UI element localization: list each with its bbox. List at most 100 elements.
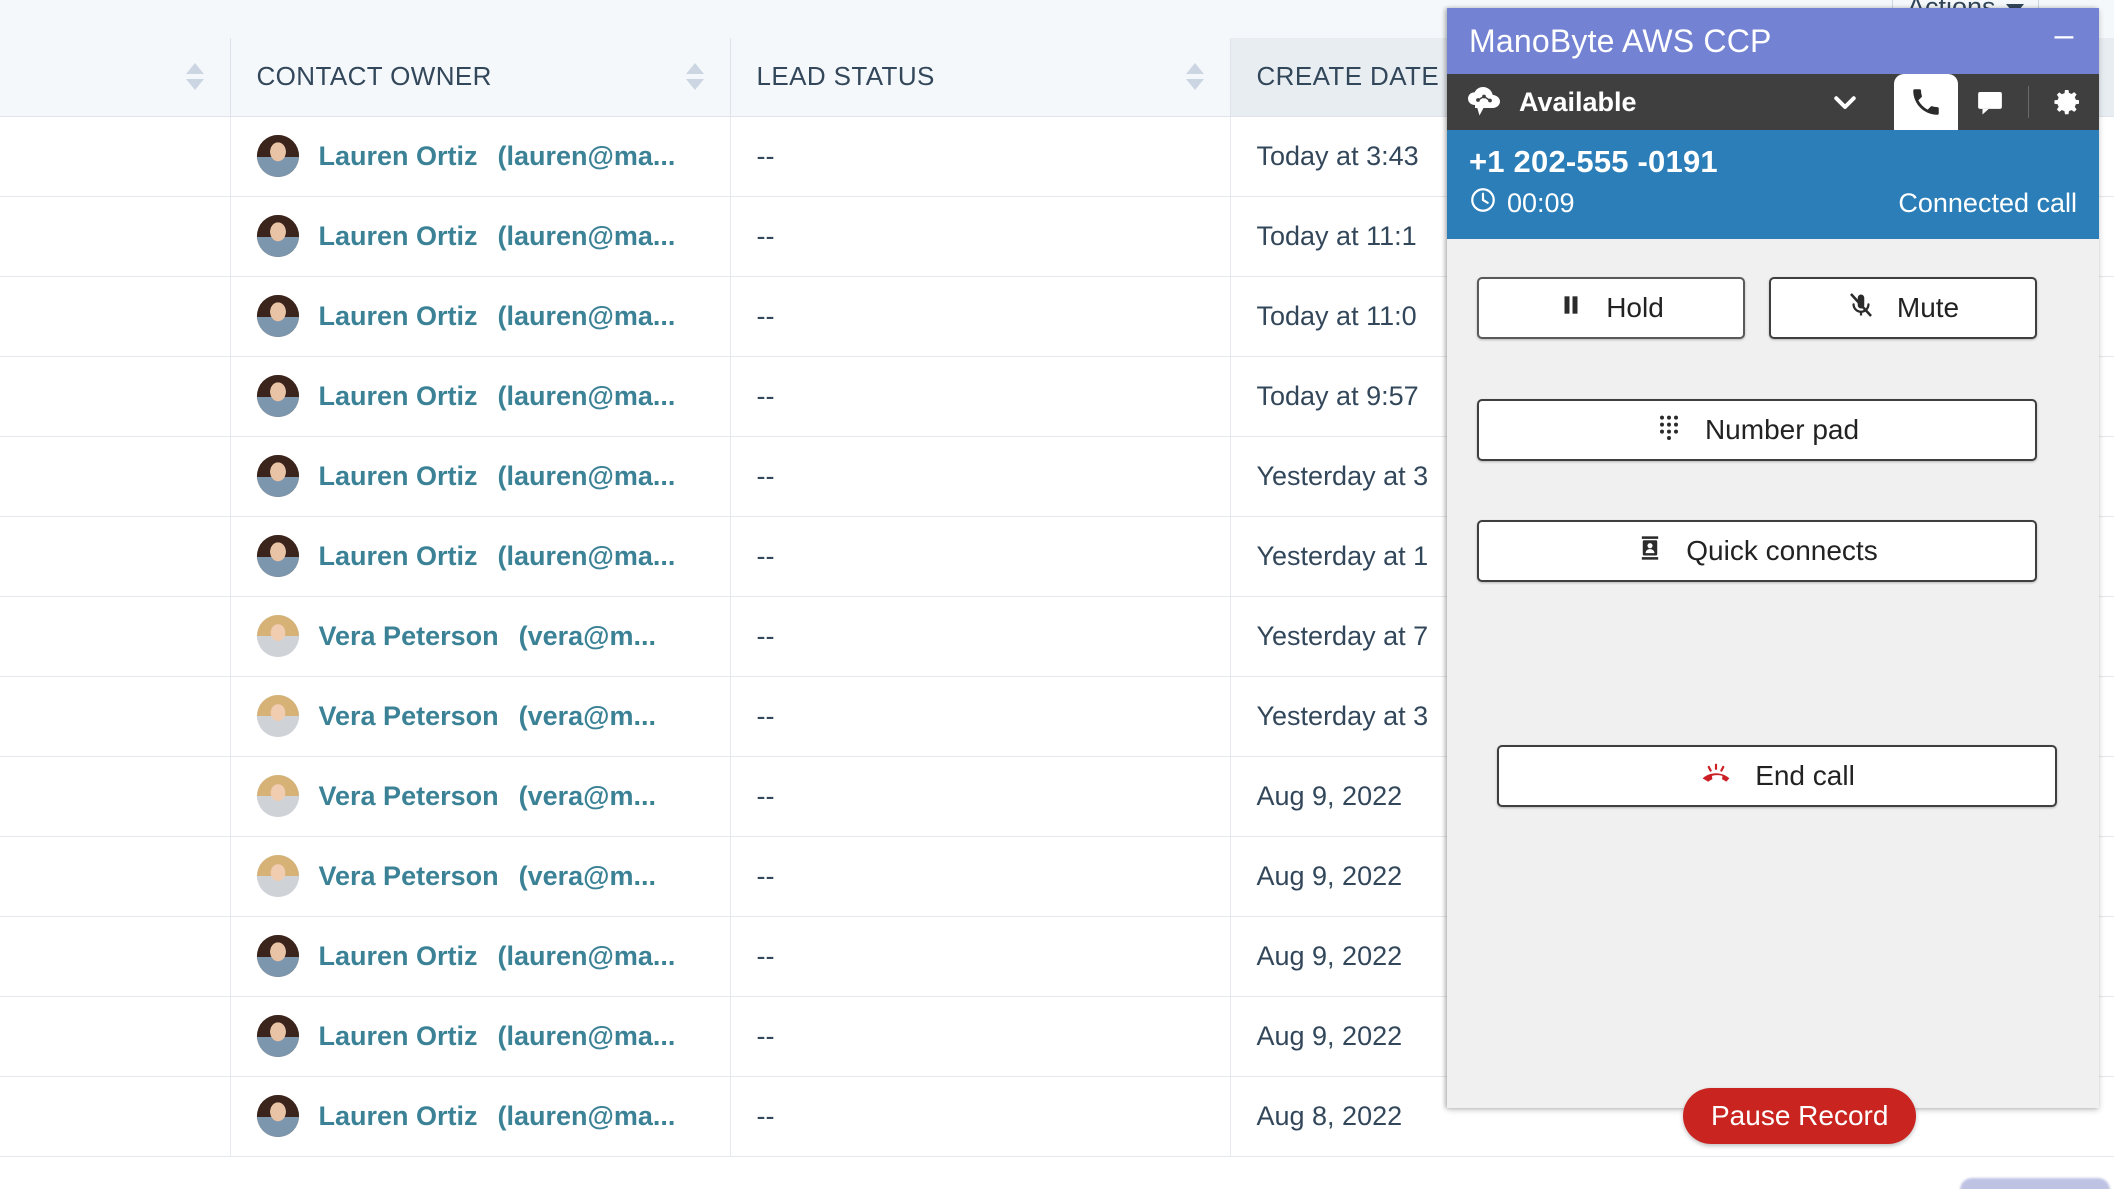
- mute-label: Mute: [1896, 292, 1960, 323]
- row-select-cell[interactable]: [0, 196, 231, 277]
- contact-owner-link[interactable]: Lauren Ortiz: [319, 1101, 478, 1132]
- contact-card-icon: [1636, 534, 1664, 569]
- row-select-cell[interactable]: [0, 1076, 231, 1157]
- row-select-cell[interactable]: [0, 756, 231, 837]
- lead-status-value: --: [756, 300, 775, 331]
- create-date-value: Yesterday at 3: [1256, 460, 1429, 491]
- column-header-contact-owner[interactable]: CONTACT OWNER: [230, 38, 731, 117]
- contact-owner-cell[interactable]: Vera Peterson (vera@m...: [230, 836, 731, 917]
- quick-connects-button[interactable]: Quick connects: [1477, 520, 2037, 582]
- chat-tab[interactable]: [1958, 74, 2022, 130]
- contact-owner-email[interactable]: (lauren@ma...: [498, 541, 676, 572]
- create-date-value: Today at 11:1: [1256, 220, 1417, 251]
- create-date-value: Today at 3:43: [1256, 140, 1419, 171]
- avatar: [256, 855, 299, 897]
- contact-owner-email[interactable]: (lauren@ma...: [498, 221, 676, 252]
- end-call-button[interactable]: End call: [1497, 745, 2057, 807]
- contact-owner-cell[interactable]: Lauren Ortiz (lauren@ma...: [230, 356, 731, 437]
- row-select-cell[interactable]: [0, 596, 231, 677]
- contact-owner-cell[interactable]: Vera Peterson (vera@m...: [230, 676, 731, 757]
- contact-owner-cell[interactable]: Lauren Ortiz (lauren@ma...: [230, 436, 731, 517]
- contact-owner-link[interactable]: Vera Peterson: [319, 861, 499, 892]
- avatar: [256, 135, 299, 177]
- ccp-panel: ManoByte AWS CCP – Available +1 202-555 …: [1447, 8, 2099, 1108]
- contact-owner-link[interactable]: Lauren Ortiz: [319, 221, 478, 252]
- lead-status-cell: --: [730, 676, 1231, 757]
- row-select-cell[interactable]: [0, 996, 231, 1077]
- lead-status-cell: --: [730, 356, 1231, 437]
- row-select-cell[interactable]: [0, 356, 231, 437]
- contact-owner-link[interactable]: Lauren Ortiz: [319, 381, 478, 412]
- pause-record-button[interactable]: Pause Record: [1683, 1088, 1917, 1144]
- avatar: [256, 215, 299, 257]
- contact-owner-email[interactable]: (lauren@ma...: [498, 301, 676, 332]
- row-select-cell[interactable]: [0, 276, 231, 357]
- contact-owner-email[interactable]: (lauren@ma...: [498, 1021, 676, 1052]
- contact-owner-link[interactable]: Lauren Ortiz: [319, 541, 478, 572]
- contact-owner-link[interactable]: Lauren Ortiz: [319, 141, 478, 172]
- contact-owner-cell[interactable]: Lauren Ortiz (lauren@ma...: [230, 516, 731, 597]
- contact-owner-cell[interactable]: Vera Peterson (vera@m...: [230, 596, 731, 677]
- contact-owner-email[interactable]: (lauren@ma...: [498, 381, 676, 412]
- call-duration: 00:09: [1507, 188, 1575, 218]
- row-select-cell[interactable]: [0, 516, 231, 597]
- lead-status-cell: --: [730, 756, 1231, 837]
- column-header-lead-status[interactable]: LEAD STATUS: [730, 38, 1231, 117]
- lead-status-value: --: [756, 620, 775, 651]
- end-call-label: End call: [1755, 760, 1855, 791]
- contact-owner-cell[interactable]: Lauren Ortiz (lauren@ma...: [230, 1076, 731, 1157]
- sort-toggle-icon[interactable]: [185, 63, 204, 91]
- contact-owner-email[interactable]: (lauren@ma...: [498, 941, 676, 972]
- active-call-banner: +1 202-555 -0191 00:09 Connected call: [1447, 130, 2099, 239]
- contact-owner-cell[interactable]: Lauren Ortiz (lauren@ma...: [230, 276, 731, 357]
- column-header-select[interactable]: [0, 38, 231, 117]
- call-state-label: Connected call: [1898, 188, 2077, 218]
- row-select-cell[interactable]: [0, 836, 231, 917]
- row-select-cell[interactable]: [0, 676, 231, 757]
- row-select-cell[interactable]: [0, 436, 231, 517]
- mute-button[interactable]: Mute: [1769, 277, 2037, 339]
- contact-owner-link[interactable]: Vera Peterson: [319, 781, 499, 812]
- row-select-cell[interactable]: [0, 116, 231, 197]
- hold-button[interactable]: Hold: [1477, 277, 1745, 339]
- microphone-muted-icon: [1847, 291, 1875, 326]
- contact-owner-email[interactable]: (vera@m...: [519, 781, 656, 812]
- sort-toggle-icon[interactable]: [1185, 63, 1204, 91]
- contact-owner-link[interactable]: Lauren Ortiz: [319, 941, 478, 972]
- contact-owner-link[interactable]: Lauren Ortiz: [319, 301, 478, 332]
- avatar: [256, 535, 299, 577]
- hold-label: Hold: [1606, 292, 1664, 323]
- column-header-create-date-label: CREATE DATE (: [1256, 61, 1456, 92]
- settings-tab[interactable]: [2035, 74, 2099, 130]
- row-select-cell[interactable]: [0, 916, 231, 997]
- contact-owner-cell[interactable]: Lauren Ortiz (lauren@ma...: [230, 916, 731, 997]
- avatar: [256, 295, 299, 337]
- chevron-down-icon[interactable]: [1830, 87, 1860, 117]
- create-date-value: Aug 9, 2022: [1256, 780, 1403, 811]
- avatar: [256, 775, 299, 817]
- dialpad-icon: [1655, 413, 1683, 448]
- contact-owner-email[interactable]: (lauren@ma...: [498, 461, 676, 492]
- phone-tab[interactable]: [1894, 74, 1958, 130]
- contact-owner-email[interactable]: (vera@m...: [519, 861, 656, 892]
- contact-owner-link[interactable]: Lauren Ortiz: [319, 1021, 478, 1052]
- number-pad-button[interactable]: Number pad: [1477, 399, 2037, 461]
- lead-status-value: --: [756, 860, 775, 891]
- contact-owner-cell[interactable]: Lauren Ortiz (lauren@ma...: [230, 116, 731, 197]
- contact-owner-email[interactable]: (vera@m...: [519, 621, 656, 652]
- contact-owner-link[interactable]: Lauren Ortiz: [319, 461, 478, 492]
- contact-owner-email[interactable]: (lauren@ma...: [498, 1101, 676, 1132]
- create-date-value: Yesterday at 1: [1256, 540, 1429, 571]
- contact-owner-cell[interactable]: Vera Peterson (vera@m...: [230, 756, 731, 837]
- contact-owner-cell[interactable]: Lauren Ortiz (lauren@ma...: [230, 996, 731, 1077]
- contact-owner-link[interactable]: Vera Peterson: [319, 701, 499, 732]
- contact-owner-email[interactable]: (lauren@ma...: [498, 141, 676, 172]
- lead-status-cell: --: [730, 276, 1231, 357]
- contact-owner-cell[interactable]: Lauren Ortiz (lauren@ma...: [230, 196, 731, 277]
- agent-status-selector[interactable]: Available: [1447, 74, 1894, 130]
- contact-owner-email[interactable]: (vera@m...: [519, 701, 656, 732]
- sort-toggle-icon[interactable]: [685, 63, 704, 91]
- minimize-icon[interactable]: –: [2051, 18, 2077, 54]
- pause-icon: [1558, 292, 1584, 325]
- contact-owner-link[interactable]: Vera Peterson: [319, 621, 499, 652]
